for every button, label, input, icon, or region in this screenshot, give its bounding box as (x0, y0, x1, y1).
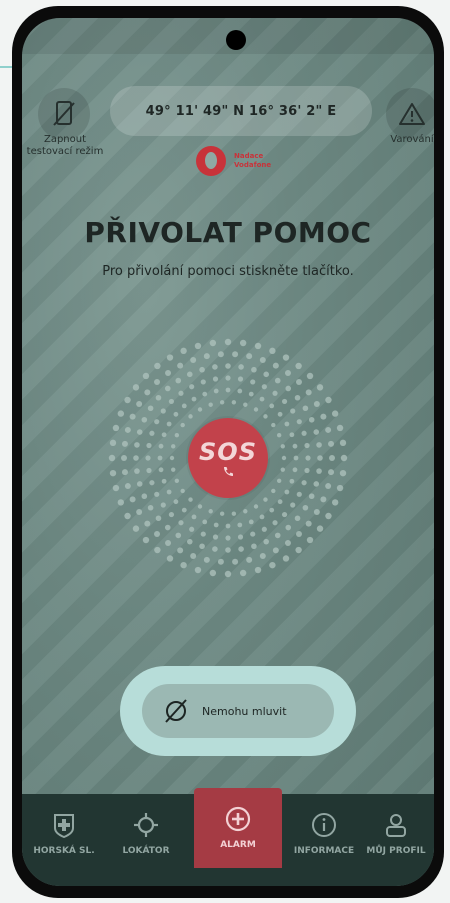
info-icon (312, 813, 336, 837)
warning-label: Varování (390, 134, 434, 145)
profile-icon (386, 814, 406, 837)
warning-button[interactable] (386, 88, 434, 140)
page-title: PŘIVOLAT POMOC (84, 216, 372, 249)
sos-label: SOS (199, 438, 257, 466)
phone-frame: Zapnout testovací režim 49° 11' 49" N 16… (12, 6, 444, 898)
vodafone-logo-icon (196, 146, 226, 176)
coordinates-text: 49° 11' 49" N 16° 36' 2" E (145, 103, 337, 119)
app-screen: Zapnout testovací režim 49° 11' 49" N 16… (22, 18, 434, 886)
plus-circle-icon (225, 806, 251, 832)
nav-label: LOKÁTOR (122, 846, 170, 856)
nav-item-mountain-rescue[interactable]: HORSKÁ SL. (24, 794, 104, 886)
phone-off-icon (53, 101, 75, 126)
nav-item-locator[interactable]: LOKÁTOR (106, 794, 186, 886)
sos-button[interactable]: SOS (188, 418, 268, 498)
test-mode-label: Zapnout testovací režim (26, 134, 104, 157)
nav-item-information[interactable]: INFORMACE (284, 794, 364, 886)
gps-coordinates: 49° 11' 49" N 16° 36' 2" E (110, 86, 372, 136)
nav-label: INFORMACE (293, 846, 355, 856)
phone-icon (224, 467, 233, 476)
warning-icon (399, 103, 425, 125)
page-subtitle: Pro přivolání pomoci stiskněte tlačítko. (102, 264, 354, 279)
cannot-speak-label: Nemohu mluvit (202, 704, 287, 718)
nav-item-alarm[interactable]: ALARM (194, 788, 282, 868)
test-mode-button[interactable] (38, 88, 90, 140)
cannot-speak-button[interactable]: Nemohu mluvit (142, 684, 334, 738)
camera-hole (226, 30, 246, 50)
nav-item-my-profile[interactable]: MŮJ PROFIL (358, 794, 434, 886)
vodafone-foundation-logo: Nadace Vodafone (196, 146, 278, 176)
no-speech-icon (165, 699, 187, 723)
mountain-rescue-icon (54, 814, 74, 838)
nav-label: ALARM (220, 840, 256, 850)
nav-label: HORSKÁ SL. (33, 846, 95, 856)
logo-text: Nadace Vodafone (234, 152, 272, 169)
nav-label: MŮJ PROFIL (366, 846, 426, 856)
locator-icon (134, 813, 158, 837)
